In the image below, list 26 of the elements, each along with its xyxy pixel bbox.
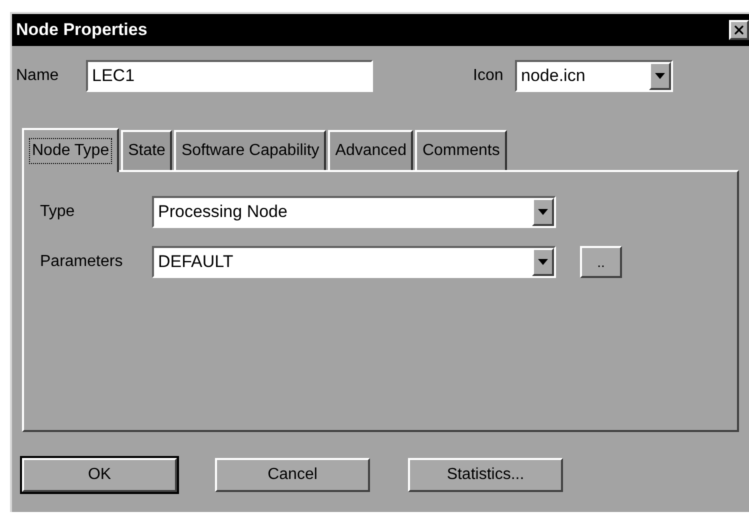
- icon-dropdown[interactable]: node.icn: [515, 60, 673, 92]
- dropdown-field[interactable]: Processing Node: [152, 196, 556, 228]
- dialog-button[interactable]: Cancel: [215, 458, 370, 492]
- field-label: Type: [40, 202, 76, 222]
- dropdown-arrow-button[interactable]: [649, 62, 671, 90]
- tab[interactable]: Advanced: [328, 130, 414, 170]
- dropdown-field[interactable]: DEFAULT: [152, 246, 556, 278]
- tab[interactable]: Software Capability: [174, 130, 326, 170]
- caret-down-icon: [655, 73, 665, 79]
- caret-down-icon: [538, 259, 548, 265]
- caret-down-icon: [538, 209, 548, 215]
- tab[interactable]: State: [121, 130, 172, 170]
- field-label: Parameters: [40, 252, 124, 272]
- dropdown-arrow-button[interactable]: [532, 248, 554, 276]
- dropdown-arrow-button[interactable]: [532, 198, 554, 226]
- tab[interactable]: Node Type: [22, 128, 120, 172]
- close-icon: [732, 23, 746, 37]
- icon-label: Icon: [473, 66, 504, 86]
- window-title: Node Properties: [16, 19, 148, 42]
- tab[interactable]: Comments: [415, 130, 507, 170]
- browse-button[interactable]: ..: [580, 246, 622, 278]
- close-button[interactable]: [729, 20, 749, 40]
- name-input[interactable]: LEC1: [86, 60, 373, 92]
- name-label: Name: [16, 66, 60, 86]
- dialog-button[interactable]: OK: [22, 458, 177, 492]
- dialog-button[interactable]: Statistics...: [408, 458, 563, 492]
